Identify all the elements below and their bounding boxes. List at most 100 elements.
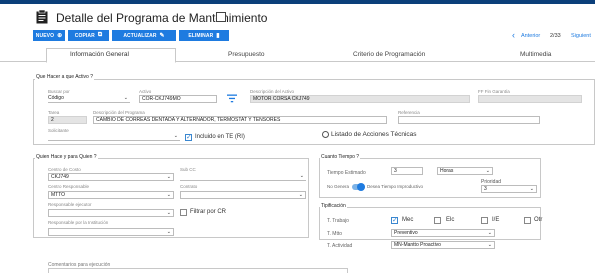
- top-bar: [0, 0, 595, 4]
- tab-multimedia[interactable]: Multimedia: [520, 51, 551, 58]
- tipificacion-title: Tipificación: [320, 203, 347, 209]
- tab-presupuesto[interactable]: Presupuesto: [228, 51, 265, 58]
- chevron-down-icon: ⌄: [299, 173, 304, 179]
- update-button-label: ACTUALIZAR: [123, 32, 157, 39]
- tiempo-estimado-label: Tiempo Estimado: [327, 170, 366, 176]
- otr-checkbox[interactable]: [524, 217, 531, 224]
- mec-label: Mec: [402, 217, 414, 223]
- activo-input[interactable]: COR-CKJ749MO: [139, 95, 217, 103]
- sub-cc-label: Sub CC: [180, 167, 196, 172]
- buscar-por-label: Buscar por: [48, 89, 70, 94]
- tarea-label: Tarea: [48, 110, 60, 115]
- centro-costo-value: CKJ749: [51, 174, 69, 180]
- ff-garantia-label: FF Fin Garantía: [478, 89, 510, 94]
- ff-garantia-field: [478, 95, 582, 103]
- chevron-down-icon: ⌄: [487, 242, 492, 248]
- filter-icon[interactable]: [227, 94, 237, 103]
- delete-button-label: ELIMINAR: [188, 32, 214, 39]
- prioridad-value: 3: [484, 186, 487, 192]
- resp-ejecutor-label: Responsable ejecutor: [48, 202, 92, 207]
- chevron-down-icon: ⌄: [166, 229, 171, 235]
- tiempo-improductivo-toggle[interactable]: [352, 183, 365, 191]
- listado-acciones-label: Listado de Acciones Técnicas: [331, 131, 417, 138]
- centro-resp-select[interactable]: MTTO ⌄: [48, 191, 174, 199]
- quien-title: Quien Hace y para Quien ?: [35, 154, 98, 160]
- buscar-por-select[interactable]: Código ⌄: [48, 95, 130, 103]
- referencia-input[interactable]: [398, 116, 540, 124]
- copy-button-label: COPIAR: [74, 32, 95, 39]
- tiempo-estimado-input[interactable]: 3: [391, 167, 423, 175]
- listado-acciones-radio[interactable]: [322, 131, 329, 138]
- new-button-label: NUEVO: [35, 32, 55, 39]
- pencil-icon: ✎: [159, 33, 165, 39]
- comentarios-textarea[interactable]: [48, 268, 348, 273]
- chevron-down-icon: ⌄: [487, 230, 492, 236]
- plus-circle-icon: ⊕: [57, 33, 63, 39]
- buscar-por-value: Código: [48, 95, 64, 101]
- delete-button[interactable]: ELIMINAR ▮: [179, 30, 229, 41]
- t-mtto-select[interactable]: Preventivo ⌄: [391, 229, 495, 237]
- incluido-te-label: Incluido en TE (RI): [195, 134, 245, 140]
- t-actividad-label: T. Actividad: [327, 243, 353, 249]
- tab-criterio-programacion[interactable]: Criterio de Programación: [353, 51, 425, 58]
- resp-institucion-select[interactable]: ⌄: [48, 228, 174, 236]
- tarea-field: 2: [48, 116, 87, 124]
- chevron-down-icon: ⌄: [166, 174, 171, 180]
- centro-costo-select[interactable]: CKJ749 ⌄: [48, 173, 174, 181]
- desc-programa-label: Descripción del Programa: [93, 110, 145, 115]
- page-position: 2/33: [550, 33, 561, 39]
- chevron-left-icon[interactable]: ‹: [512, 31, 515, 40]
- unidad-value: Horas: [440, 168, 454, 174]
- sub-cc-select[interactable]: ⌄: [180, 173, 306, 181]
- document-icon: [36, 10, 48, 24]
- chevron-down-icon: ⌄: [166, 210, 171, 216]
- title-checkbox[interactable]: [216, 12, 226, 22]
- chevron-down-icon: ⌄: [173, 133, 178, 139]
- t-trabajo-label: T. Trabajo: [327, 218, 349, 224]
- desc-activo-label: Descripción del Activo: [250, 89, 295, 94]
- contrato-select[interactable]: ⌄: [180, 191, 306, 199]
- unidad-select[interactable]: Horas ⌄: [437, 167, 493, 175]
- ie-label: I/E: [492, 217, 500, 223]
- filtrar-cr-label: Filtrar por CR: [190, 209, 227, 215]
- centro-costo-label: Centro de Costo: [48, 167, 81, 172]
- t-mtto-value: Preventivo: [394, 230, 418, 236]
- elc-checkbox[interactable]: [434, 217, 441, 224]
- contrato-label: Contrato: [180, 184, 198, 189]
- prioridad-select[interactable]: 3 ⌄: [481, 185, 537, 193]
- mec-checkbox[interactable]: [391, 216, 398, 224]
- otr-label: Otr: [534, 217, 543, 223]
- ie-checkbox[interactable]: [481, 217, 488, 224]
- resp-ejecutor-select[interactable]: ⌄: [48, 209, 174, 217]
- referencia-label: Referencia: [398, 110, 420, 115]
- solicitante-select[interactable]: ⌄: [48, 133, 180, 141]
- chevron-down-icon: ⌄: [529, 186, 534, 192]
- copy-button[interactable]: COPIAR ⧉: [68, 30, 109, 41]
- elc-label: Elc: [446, 217, 455, 223]
- centro-resp-value: MTTO: [51, 192, 66, 198]
- t-actividad-value: MN-Mantto Proactivo: [394, 242, 441, 248]
- centro-resp-label: Centro Responsable: [48, 184, 90, 189]
- chevron-down-icon: ⌄: [485, 168, 490, 174]
- resp-institucion-label: Responsable por la Institución: [48, 220, 109, 225]
- t-actividad-select[interactable]: MN-Mantto Proactivo ⌄: [391, 241, 495, 249]
- cuanto-title: Cuanto Tiempo ?: [320, 154, 361, 160]
- filtrar-cr-checkbox[interactable]: [180, 209, 187, 216]
- tab-informacion-general[interactable]: Información General: [70, 51, 129, 58]
- previous-link[interactable]: Anterior: [521, 33, 540, 39]
- no-genera-label: No Genera: [327, 184, 350, 189]
- desc-activo-field: MOTOR CORSA CKJ749: [250, 95, 470, 103]
- chevron-down-icon: ⌄: [298, 192, 303, 198]
- next-link[interactable]: Siguient: [571, 33, 591, 39]
- activo-label: Activo: [139, 89, 152, 94]
- desea-label: Desea Tiempo Improductivo: [367, 184, 424, 189]
- incluido-te-checkbox[interactable]: [185, 133, 192, 141]
- page-title: Detalle del Programa de Mantenimiento: [56, 11, 268, 25]
- t-mtto-label: T. Mtto: [327, 231, 343, 237]
- new-button[interactable]: NUEVO ⊕: [33, 30, 65, 41]
- trash-icon: ▮: [216, 33, 220, 39]
- que-hacer-title: Que Hacer a que Activo ?: [35, 74, 94, 80]
- update-button[interactable]: ACTUALIZAR ✎: [112, 30, 176, 41]
- desc-programa-input[interactable]: CAMBIO DE CORREAS DENTADA Y ALTERNADOR, …: [93, 116, 387, 124]
- chevron-down-icon: ⌄: [166, 192, 171, 198]
